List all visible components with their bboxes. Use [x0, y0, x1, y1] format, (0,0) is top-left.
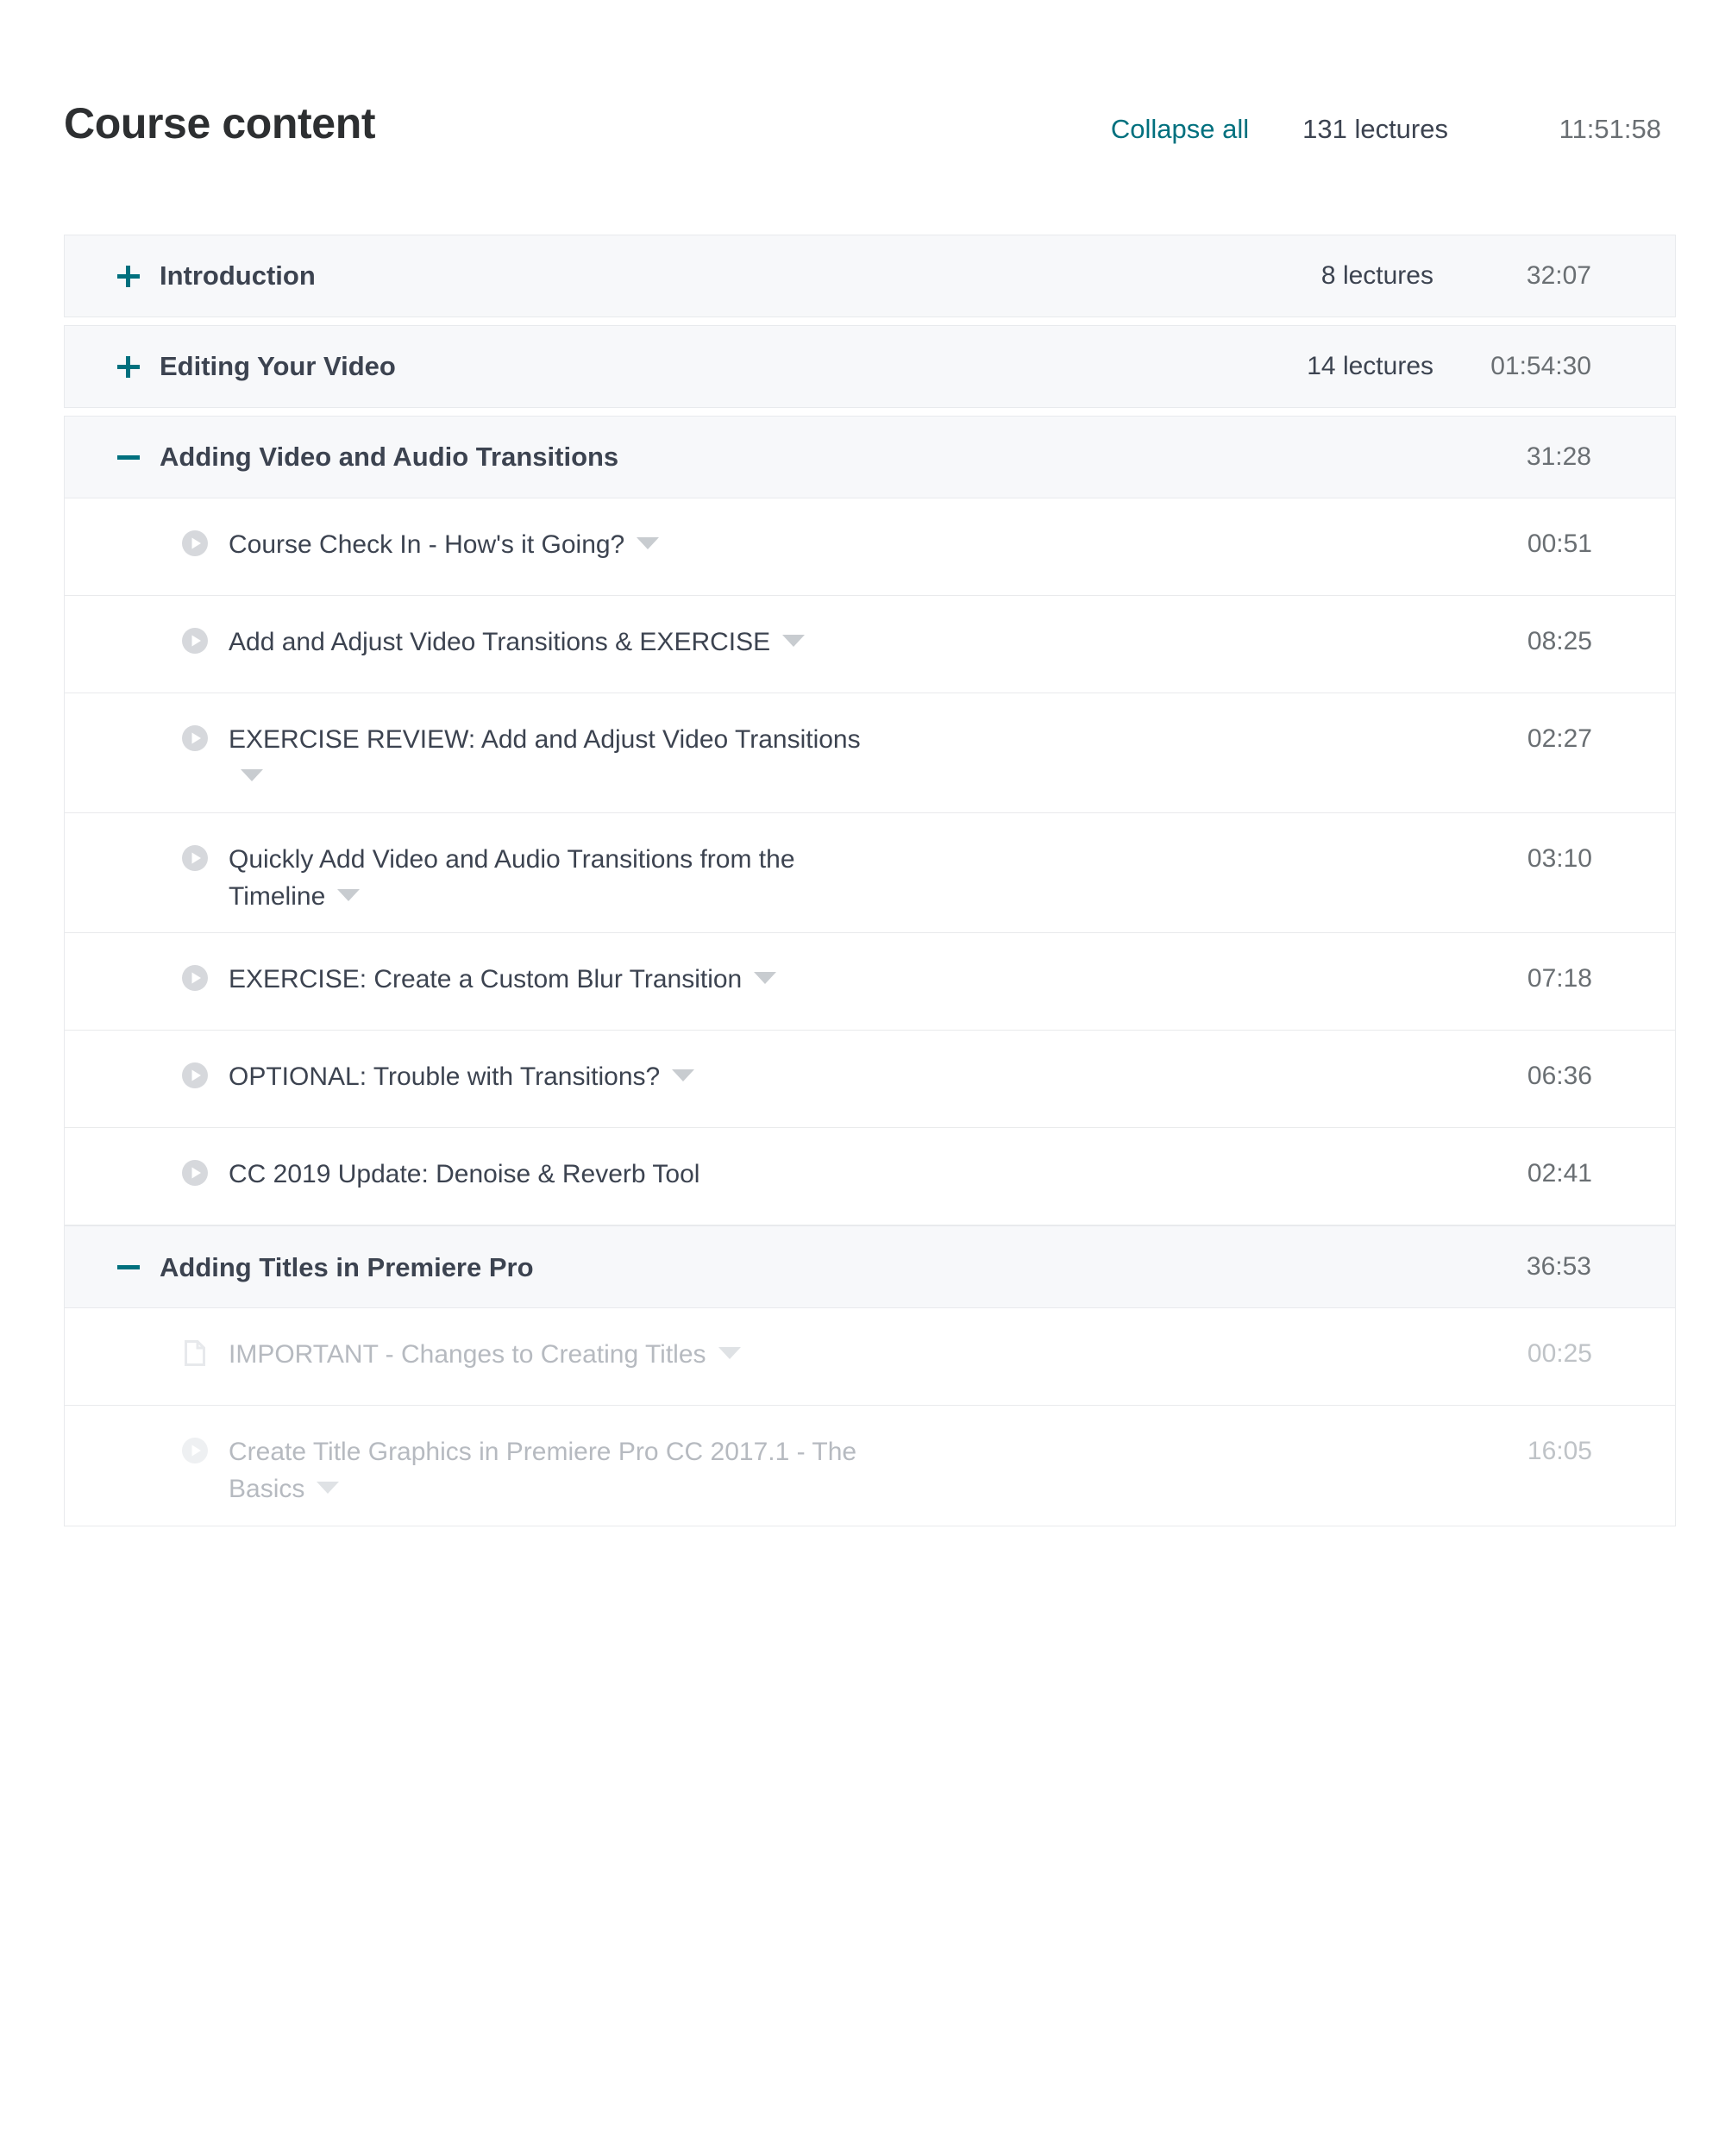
chevron-down-icon[interactable] — [337, 889, 360, 901]
section-title: Editing Your Video — [160, 350, 396, 382]
lecture-title: EXERCISE REVIEW: Add and Adjust Video Tr… — [229, 722, 893, 795]
play-icon[interactable] — [180, 529, 210, 558]
course-section: Adding Titles in Premiere Pro 36:53 IMPORT… — [64, 1225, 1676, 1526]
lecture-row[interactable]: OPTIONAL: Trouble with Transitions? 06:36 — [65, 1031, 1675, 1128]
course-section: Editing Your Video 14 lectures01:54:30 — [64, 325, 1676, 408]
chevron-down-icon[interactable] — [317, 1482, 339, 1494]
play-icon[interactable] — [180, 963, 210, 993]
chevron-down-icon[interactable] — [718, 1347, 741, 1359]
page-title: Course content — [64, 102, 375, 145]
minus-icon[interactable] — [116, 1255, 141, 1279]
lecture-duration: 00:25 — [1433, 1339, 1592, 1369]
course-content-page: Course content Collapse all 131 lectures… — [0, 0, 1725, 2156]
lecture-title: Course Check In - How's it Going? — [229, 527, 668, 564]
play-icon[interactable] — [180, 626, 210, 655]
section-duration: 36:53 — [1432, 1251, 1591, 1282]
lecture-title: EXERCISE: Create a Custom Blur Transitio… — [229, 962, 785, 999]
lecture-row[interactable]: Quickly Add Video and Audio Transitions … — [65, 813, 1675, 933]
chevron-down-icon[interactable] — [241, 769, 263, 781]
chevron-down-icon[interactable] — [637, 537, 659, 549]
lecture-title-text: Quickly Add Video and Audio Transitions … — [229, 845, 795, 911]
section-duration: 31:28 — [1432, 442, 1591, 473]
play-icon[interactable] — [180, 1158, 210, 1188]
lecture-duration: 08:25 — [1433, 627, 1592, 656]
lecture-row[interactable]: EXERCISE REVIEW: Add and Adjust Video Tr… — [65, 693, 1675, 813]
plus-icon[interactable] — [116, 354, 141, 379]
lecture-title-text: Course Check In - How's it Going? — [229, 530, 624, 559]
article-icon[interactable] — [180, 1338, 210, 1368]
bottom-fade-overlay — [0, 1897, 1725, 2156]
lecture-list: Course Check In - How's it Going? 00:51 Ad… — [64, 498, 1676, 1225]
lecture-row[interactable]: Create Title Graphics in Premiere Pro CC… — [65, 1406, 1675, 1526]
course-sections-accordion: Introduction 8 lectures32:07 Editing Your … — [64, 235, 1676, 1526]
play-icon[interactable] — [180, 724, 210, 753]
lecture-duration: 16:05 — [1433, 1437, 1592, 1466]
lecture-title: OPTIONAL: Trouble with Transitions? — [229, 1059, 703, 1096]
lecture-title-text: IMPORTANT - Changes to Creating Titles — [229, 1340, 706, 1369]
section-duration: 01:54:30 — [1432, 351, 1591, 382]
play-icon[interactable] — [180, 1061, 210, 1090]
plus-icon[interactable] — [116, 264, 141, 288]
lecture-duration: 00:51 — [1433, 530, 1592, 559]
lecture-title-text: EXERCISE REVIEW: Add and Adjust Video Tr… — [229, 725, 861, 754]
lecture-title-text: EXERCISE: Create a Custom Blur Transitio… — [229, 965, 742, 993]
section-title: Adding Video and Audio Transitions — [160, 441, 618, 473]
section-lectures-count: 14 lectures — [1307, 351, 1433, 382]
course-section: Introduction 8 lectures32:07 — [64, 235, 1676, 317]
lecture-title: Create Title Graphics in Premiere Pro CC… — [229, 1434, 893, 1507]
lecture-row[interactable]: IMPORTANT - Changes to Creating Titles 00… — [65, 1308, 1675, 1406]
play-icon[interactable] — [180, 1436, 210, 1465]
section-lectures-count: 8 lectures — [1321, 260, 1433, 291]
lecture-duration: 07:18 — [1433, 964, 1592, 993]
lecture-title-text: CC 2019 Update: Denoise & Reverb Tool — [229, 1160, 699, 1188]
section-title: Adding Titles in Premiere Pro — [160, 1251, 534, 1283]
course-content-header: Course content Collapse all 131 lectures… — [64, 102, 1661, 162]
lecture-title: Add and Adjust Video Transitions & EXERC… — [229, 624, 813, 661]
chevron-down-icon[interactable] — [672, 1069, 694, 1081]
minus-icon[interactable] — [116, 445, 141, 469]
section-header[interactable]: Adding Video and Audio Transitions 31:28 — [64, 416, 1676, 498]
lecture-row[interactable]: CC 2019 Update: Denoise & Reverb Tool 02:… — [65, 1128, 1675, 1225]
play-icon[interactable] — [180, 843, 210, 873]
section-header[interactable]: Introduction 8 lectures32:07 — [64, 235, 1676, 317]
lecture-duration: 03:10 — [1433, 844, 1592, 874]
lecture-duration: 06:36 — [1433, 1062, 1592, 1091]
lecture-title: Quickly Add Video and Audio Transitions … — [229, 842, 893, 915]
course-section: Adding Video and Audio Transitions 31:28 C… — [64, 416, 1676, 1225]
lecture-row[interactable]: Add and Adjust Video Transitions & EXERC… — [65, 596, 1675, 693]
lecture-title: IMPORTANT - Changes to Creating Titles — [229, 1337, 750, 1374]
lecture-title-text: OPTIONAL: Trouble with Transitions? — [229, 1062, 660, 1091]
total-duration: 11:51:58 — [1502, 116, 1661, 142]
lecture-list: IMPORTANT - Changes to Creating Titles 00… — [64, 1308, 1676, 1526]
section-title: Introduction — [160, 260, 316, 291]
total-lectures-count: 131 lectures — [1302, 116, 1448, 142]
section-header[interactable]: Adding Titles in Premiere Pro 36:53 — [64, 1225, 1676, 1308]
collapse-all-button[interactable]: Collapse all — [1111, 116, 1249, 142]
section-duration: 32:07 — [1432, 260, 1591, 291]
section-header[interactable]: Editing Your Video 14 lectures01:54:30 — [64, 325, 1676, 408]
chevron-down-icon[interactable] — [782, 635, 805, 647]
lecture-duration: 02:41 — [1433, 1159, 1592, 1188]
lecture-row[interactable]: EXERCISE: Create a Custom Blur Transitio… — [65, 933, 1675, 1031]
lecture-duration: 02:27 — [1433, 724, 1592, 754]
lecture-title: CC 2019 Update: Denoise & Reverb Tool — [229, 1156, 708, 1194]
lecture-title-text: Add and Adjust Video Transitions & EXERC… — [229, 628, 770, 656]
lecture-row[interactable]: Course Check In - How's it Going? 00:51 — [65, 498, 1675, 596]
chevron-down-icon[interactable] — [754, 972, 776, 984]
header-meta: Collapse all 131 lectures 11:51:58 — [1111, 116, 1661, 142]
